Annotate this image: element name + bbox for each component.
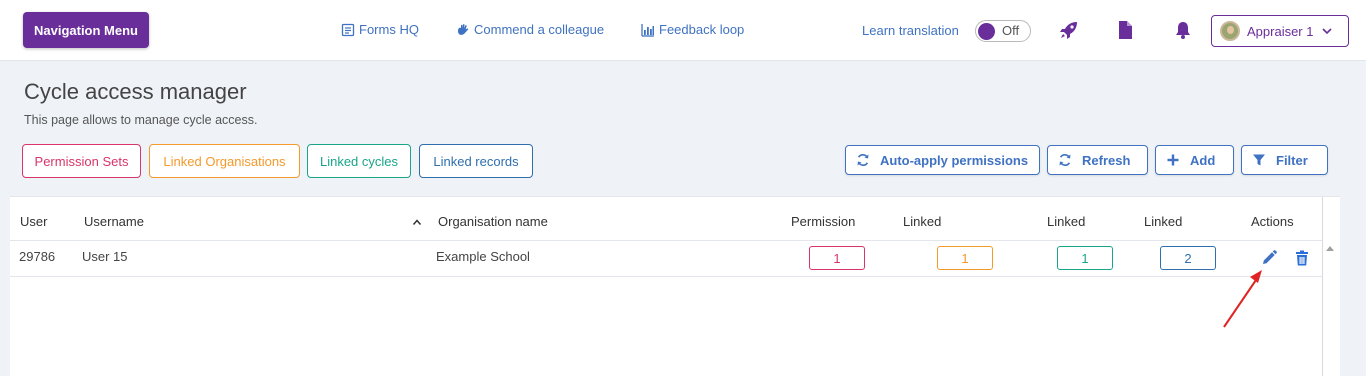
linked-cycles-tag[interactable]: Linked cycles	[307, 144, 411, 178]
cell-organisation-name: Example School	[436, 249, 530, 264]
linked-records-tag[interactable]: Linked records	[419, 144, 533, 178]
commend-colleague-link[interactable]: Commend a colleague	[456, 22, 604, 37]
page-title: Cycle access manager	[24, 79, 247, 104]
page-content: Cycle access manager This page allows to…	[0, 61, 1366, 376]
add-button[interactable]: Add	[1155, 145, 1234, 175]
refresh-label: Refresh	[1082, 152, 1131, 168]
navigation-menu-button[interactable]: Navigation Menu	[23, 12, 149, 48]
plus-icon	[1167, 154, 1179, 166]
header-linked-cycles[interactable]: Linked	[1047, 214, 1085, 229]
user-name: Appraiser 1	[1247, 23, 1314, 39]
scroll-up-arrow[interactable]	[1326, 246, 1334, 251]
bar-chart-icon	[641, 23, 654, 37]
filter-icon	[1253, 154, 1265, 166]
forms-hq-link[interactable]: Forms HQ	[341, 22, 419, 37]
linked-organisations-tag[interactable]: Linked Organisations	[149, 144, 300, 178]
document-icon[interactable]	[1114, 19, 1136, 41]
avatar	[1220, 21, 1240, 41]
header-organisation-name[interactable]: Organisation name	[438, 214, 548, 229]
hand-icon	[458, 23, 469, 35]
header-username[interactable]: Username	[84, 214, 144, 229]
filter-label: Filter	[1276, 152, 1308, 168]
row-divider	[10, 276, 1322, 277]
feedback-loop-link[interactable]: Feedback loop	[641, 22, 744, 37]
sync-icon	[857, 154, 869, 166]
bell-icon[interactable]	[1172, 19, 1194, 41]
linked-organisations-count-badge[interactable]: 1	[937, 246, 993, 270]
learn-translation-toggle[interactable]: Off	[975, 20, 1031, 42]
linked-cycles-count-badge[interactable]: 1	[1057, 246, 1113, 270]
refresh-button[interactable]: Refresh	[1047, 145, 1148, 175]
edit-pencil-icon[interactable]	[1260, 249, 1278, 267]
feedback-loop-label: Feedback loop	[659, 22, 745, 37]
header-linked-organisations[interactable]: Linked	[903, 214, 941, 229]
auto-apply-permissions-button[interactable]: Auto-apply permissions	[845, 145, 1040, 175]
linked-records-count-badge[interactable]: 2	[1160, 246, 1216, 270]
filter-button[interactable]: Filter	[1241, 145, 1328, 175]
cell-user-id: 29786	[19, 249, 56, 264]
auto-apply-permissions-label: Auto-apply permissions	[880, 152, 1029, 168]
forms-hq-label: Forms HQ	[359, 22, 419, 37]
top-bar: Navigation Menu Forms HQ Commend a colle…	[0, 0, 1366, 61]
delete-trash-icon[interactable]	[1293, 249, 1311, 267]
header-user[interactable]: User	[20, 214, 47, 229]
header-linked-records[interactable]: Linked	[1144, 214, 1182, 229]
add-label: Add	[1190, 152, 1216, 168]
refresh-icon	[1059, 154, 1071, 166]
header-actions: Actions	[1251, 214, 1294, 229]
cell-username: User 15	[82, 249, 128, 264]
access-table: User Username Organisation name Permissi…	[10, 196, 1340, 376]
user-menu-button[interactable]: Appraiser 1	[1211, 15, 1349, 47]
commend-colleague-label: Commend a colleague	[474, 22, 605, 37]
rocket-icon[interactable]	[1058, 19, 1080, 41]
forms-icon	[341, 23, 355, 36]
toggle-knob	[978, 23, 995, 40]
header-permission[interactable]: Permission	[791, 214, 855, 229]
learn-translation-label: Learn translation	[862, 23, 959, 38]
scrollbar-track[interactable]	[1322, 197, 1323, 376]
page-subtitle: This page allows to manage cycle access.	[24, 113, 258, 127]
header-divider	[10, 240, 1322, 241]
toggle-state-label: Off	[1002, 23, 1020, 38]
sort-ascending-icon[interactable]	[412, 218, 422, 226]
permission-sets-tag[interactable]: Permission Sets	[22, 144, 141, 178]
chevron-down-icon	[1322, 28, 1333, 35]
permission-count-badge[interactable]: 1	[809, 246, 865, 270]
